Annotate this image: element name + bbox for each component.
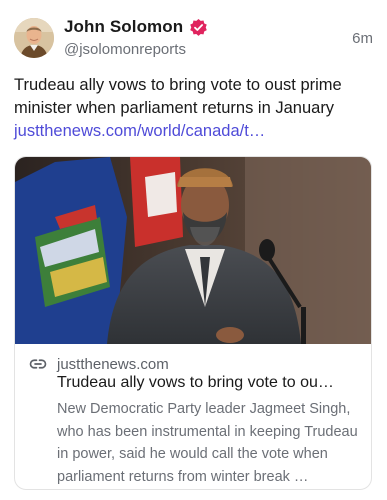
link-preview-card[interactable]: justthenews.com Trudeau ally vows to bri… xyxy=(14,156,372,490)
author-avatar[interactable] xyxy=(14,18,54,58)
link-preview-title[interactable]: Trudeau ally vows to bring vote to ou… xyxy=(57,374,357,392)
verified-badge-icon xyxy=(189,18,208,37)
post-link[interactable]: justthenews.com/world/canada/t… xyxy=(14,120,374,143)
link-preview-description: New Democratic Party leader Jagmeet Sing… xyxy=(57,401,358,485)
post-header: John Solomon @jsolomonreports 6m xyxy=(14,16,373,60)
post-text: Trudeau ally vows to bring vote to oust … xyxy=(14,76,342,117)
author-info: John Solomon @jsolomonreports xyxy=(64,16,208,58)
post-body: Trudeau ally vows to bring vote to oust … xyxy=(14,74,374,143)
link-preview-domain-row: justthenews.com xyxy=(29,354,169,374)
post-timestamp[interactable]: 6m xyxy=(352,30,373,47)
author-handle[interactable]: @jsolomonreports xyxy=(64,41,208,58)
post-card[interactable]: John Solomon @jsolomonreports 6m Trudeau… xyxy=(0,0,387,500)
link-preview-image[interactable] xyxy=(15,157,371,344)
link-icon xyxy=(29,355,47,373)
link-preview-domain: justthenews.com xyxy=(57,355,169,373)
author-name[interactable]: John Solomon xyxy=(64,17,183,37)
